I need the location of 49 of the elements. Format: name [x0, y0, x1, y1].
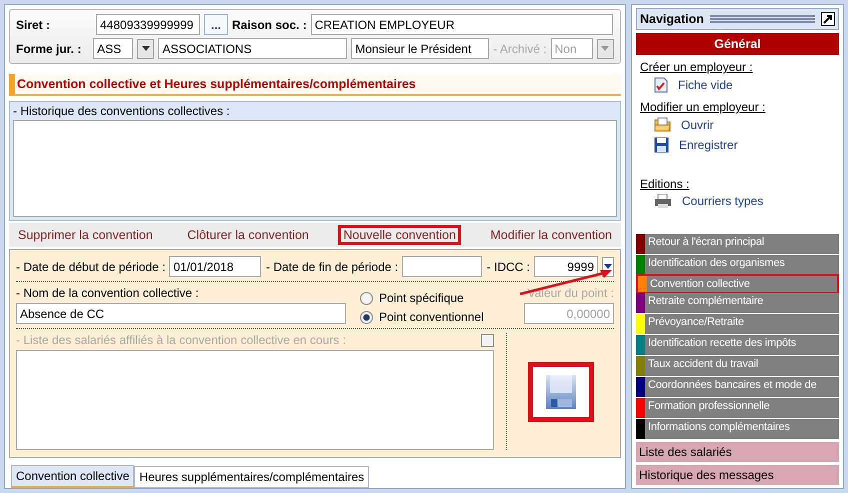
navigation-link[interactable]: Enregistrer — [640, 134, 835, 155]
start-date-field[interactable]: 01/01/2018 — [169, 256, 262, 277]
representative-field[interactable]: Monsieur le Président — [351, 38, 490, 59]
archive-label: - Archivé : — [493, 42, 547, 56]
lookup-button[interactable]: ... — [204, 14, 228, 35]
navigation-link[interactable]: Courriers types — [640, 191, 835, 210]
tab[interactable]: Heures supplémentaires/complémentaires — [134, 466, 370, 488]
siret-field[interactable]: 44809339999999 — [96, 14, 200, 35]
navigation-section-header[interactable]: Général — [636, 33, 839, 55]
navigation-item[interactable]: Liste des salariés — [636, 442, 839, 462]
navigation-link[interactable]: Ouvrir — [640, 114, 835, 134]
module-item[interactable]: Retraite complémentaire — [636, 293, 839, 313]
module-item[interactable]: Coordonnées bancaires et mode de — [636, 377, 839, 397]
module-item[interactable]: Identification recette des impôts — [636, 335, 839, 355]
group-heading: Créer un employeur : — [640, 60, 754, 74]
forme-name-field[interactable]: ASSOCIATIONS — [158, 38, 348, 59]
navigation-title: Navigation — [640, 12, 704, 26]
module-item[interactable]: Identification des organismes — [636, 255, 839, 275]
forme-code-field[interactable]: ASS — [93, 38, 134, 59]
action-link[interactable]: Clôturer la convention — [182, 225, 314, 245]
module-item[interactable]: Formation professionnelle — [636, 398, 839, 418]
action-link[interactable]: Modifier la convention — [485, 225, 617, 245]
raison-sociale-label: Raison soc. : — [232, 18, 307, 32]
convention-name-label: - Nom de la convention collective : — [16, 286, 200, 300]
radio-option[interactable]: Point conventionnel — [360, 310, 484, 324]
group-heading: Editions : — [640, 177, 690, 191]
history-label: - Historique des conventions collectives : — [13, 104, 231, 118]
action-link[interactable]: Nouvelle convention — [338, 225, 461, 245]
navigation-item[interactable]: Historique des messages — [636, 465, 839, 485]
idcc-field[interactable]: 9999 — [534, 256, 598, 277]
raison-sociale-field[interactable]: CREATION EMPLOYEUR — [310, 14, 613, 35]
tab[interactable]: Convention collective — [11, 465, 134, 488]
module-item[interactable]: Informations complémentaires — [636, 419, 839, 439]
module-item[interactable]: Convention collective — [636, 274, 839, 294]
section-title: Convention collective et Heures supplémentaires/complémentaires — [9, 74, 621, 96]
end-date-label: - Date de fin de période : — [266, 260, 398, 274]
forme-juridique-label: Forme jur. : — [16, 42, 82, 56]
siret-label: Siret : — [16, 18, 52, 32]
action-link[interactable]: Supprimer la convention — [13, 225, 158, 245]
navigation-link[interactable]: Fiche vide — [640, 74, 835, 95]
employees-list-label: - Liste des salariés affiliés à la convention collective en cours : — [16, 333, 346, 347]
group-heading: Modifier un employeur : — [640, 100, 766, 114]
module-item[interactable]: Prévoyance/Retraite — [636, 314, 839, 334]
start-date-label: - Date de début de période : — [16, 260, 166, 274]
module-item[interactable]: Taux accident du travail — [636, 356, 839, 376]
radio-option[interactable]: Point spécifique — [360, 291, 484, 305]
convention-name-field[interactable]: Absence de CC — [16, 303, 346, 324]
idcc-label: - IDCC : — [486, 260, 530, 274]
module-item[interactable]: Retour à l'écran principal — [636, 234, 839, 254]
